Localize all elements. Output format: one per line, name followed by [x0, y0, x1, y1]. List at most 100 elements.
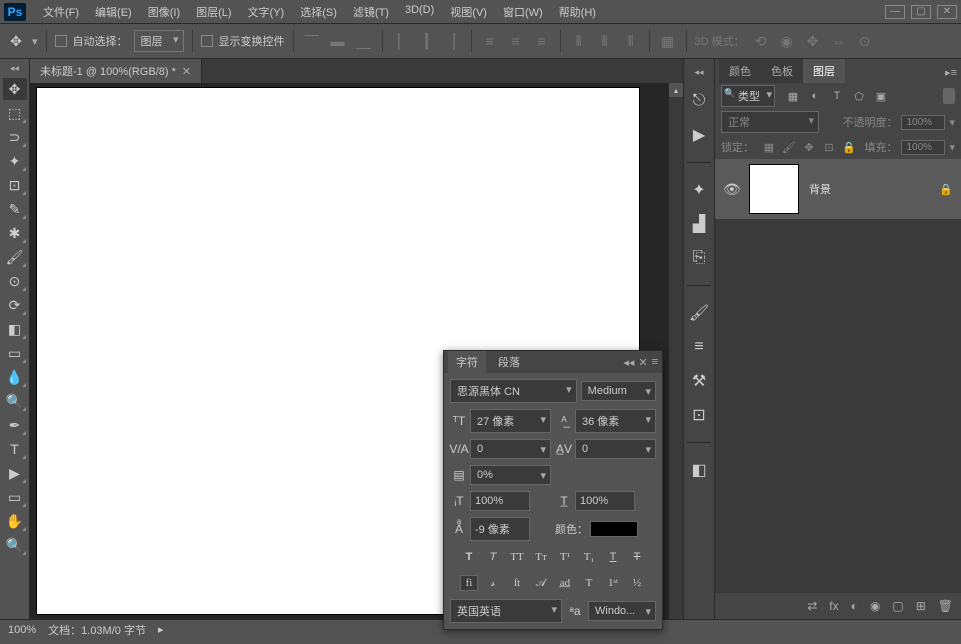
leading-field[interactable]: 36 像素 — [575, 409, 656, 433]
tool-presets-panel-icon[interactable]: ⚒ — [688, 370, 710, 392]
maximize-button[interactable]: ▢ — [911, 5, 931, 19]
brush-tool[interactable]: 🖌 — [3, 246, 27, 268]
adjustment-layer-icon[interactable]: ◉ — [870, 599, 880, 613]
marquee-tool[interactable]: ⬚ — [3, 102, 27, 124]
panel-menu-icon[interactable]: ▸≡ — [941, 62, 961, 83]
tab-paragraph[interactable]: 段落 — [490, 351, 528, 373]
superscript-button[interactable]: T¹ — [556, 549, 574, 565]
filter-adjust-icon[interactable]: ◐ — [807, 88, 823, 104]
type-tool[interactable]: T — [3, 438, 27, 460]
layer-thumbnail[interactable] — [749, 164, 799, 214]
3d-slide-icon[interactable]: ⇔ — [829, 31, 849, 51]
align-left-icon[interactable]: ⎢ — [391, 31, 411, 51]
menu-layer[interactable]: 图层(L) — [189, 1, 238, 23]
clone-panel-icon[interactable]: ⊡ — [688, 404, 710, 426]
menu-image[interactable]: 图像(I) — [141, 1, 187, 23]
zoom-tool[interactable]: 🔍 — [3, 534, 27, 556]
ligature-button[interactable]: fi — [460, 575, 478, 591]
new-layer-icon[interactable]: ⊞ — [916, 599, 926, 613]
align-bottom-icon[interactable]: ⎽ — [354, 31, 374, 51]
3d-orbit-icon[interactable]: ⟲ — [751, 31, 771, 51]
menu-type[interactable]: 文字(Y) — [241, 1, 292, 23]
underline-button[interactable]: T — [604, 549, 622, 565]
blur-tool[interactable]: 💧 — [3, 366, 27, 388]
align-hcenter-icon[interactable]: ┃ — [417, 31, 437, 51]
menu-3d[interactable]: 3D(D) — [398, 1, 441, 23]
kerning-field[interactable]: 0 — [470, 439, 551, 459]
layer-group-icon[interactable]: ▢ — [892, 599, 903, 613]
tab-character[interactable]: 字符 — [448, 351, 486, 373]
swash-button[interactable]: ſt — [508, 575, 526, 591]
height-pct-field[interactable]: 0% — [470, 465, 551, 485]
filter-shape-icon[interactable]: ⬠ — [851, 88, 867, 104]
font-weight-dropdown[interactable]: Medium — [581, 381, 656, 401]
show-transform-checkbox[interactable] — [201, 35, 213, 47]
titling-button[interactable]: 𝒜 — [532, 575, 550, 591]
allcaps-button[interactable]: TT — [508, 549, 526, 565]
3d-pan-icon[interactable]: ✥ — [803, 31, 823, 51]
menu-help[interactable]: 帮助(H) — [552, 1, 603, 23]
lasso-tool[interactable]: ⊃ — [3, 126, 27, 148]
layer-name[interactable]: 背景 — [809, 181, 831, 197]
lock-artboard-icon[interactable]: ⊡ — [822, 140, 836, 154]
italic-button[interactable]: T — [484, 549, 502, 565]
quick-select-tool[interactable]: ✦ — [3, 150, 27, 172]
lock-position-icon[interactable]: ✥ — [802, 140, 816, 154]
antialias-dropdown[interactable]: Windo... — [588, 601, 656, 621]
delete-layer-icon[interactable]: 🗑 — [938, 599, 953, 613]
strikethrough-button[interactable]: T — [628, 549, 646, 565]
fraction-button[interactable]: 1ˢᵗ — [604, 575, 622, 591]
dist-right-icon[interactable]: ⦀ — [621, 31, 641, 51]
tab-layers[interactable]: 图层 — [803, 59, 845, 83]
char-panel-header[interactable]: 字符 段落 ◂◂ ✕ ≡ — [444, 351, 662, 373]
subscript-button[interactable]: T₁ — [580, 549, 598, 565]
move-tool[interactable]: ✥ — [3, 78, 27, 100]
eyedropper-tool[interactable]: ✎ — [3, 198, 27, 220]
language-dropdown[interactable]: 英国英语 — [450, 599, 562, 623]
menu-window[interactable]: 窗口(W) — [496, 1, 550, 23]
filter-smart-icon[interactable]: ▣ — [873, 88, 889, 104]
brushes-panel-icon[interactable]: 🖌 — [688, 302, 710, 324]
half-button[interactable]: ½ — [628, 575, 646, 591]
filter-type-icon[interactable]: T — [829, 88, 845, 104]
discretionary-button[interactable]: T — [580, 575, 598, 591]
menu-view[interactable]: 视图(V) — [443, 1, 494, 23]
eraser-tool[interactable]: ◧ — [3, 318, 27, 340]
minimize-button[interactable]: — — [885, 5, 905, 19]
auto-select-target[interactable]: 图层 — [134, 30, 184, 52]
healing-tool[interactable]: ✱ — [3, 222, 27, 244]
auto-align-icon[interactable]: ▦ — [658, 31, 678, 51]
dist-left-icon[interactable]: ⦀ — [569, 31, 589, 51]
info-panel-icon[interactable]: ⎘ — [688, 247, 710, 269]
3d-zoom-icon[interactable]: ⊙ — [855, 31, 875, 51]
path-select-tool[interactable]: ▶ — [3, 462, 27, 484]
brush-presets-panel-icon[interactable]: ≡ — [688, 336, 710, 358]
stamp-tool[interactable]: ⊙ — [3, 270, 27, 292]
hand-tool[interactable]: ✋ — [3, 510, 27, 532]
zoom-level[interactable]: 100% — [8, 624, 36, 636]
stylistic-button[interactable]: 𝓈 — [484, 575, 502, 591]
close-button[interactable]: ✕ — [937, 5, 957, 19]
dist-hcenter-icon[interactable]: ⦀ — [595, 31, 615, 51]
text-color-swatch[interactable] — [590, 521, 638, 537]
auto-select-checkbox[interactable] — [55, 35, 67, 47]
dist-top-icon[interactable]: ≡ — [480, 31, 500, 51]
styles-panel-icon[interactable]: ◧ — [688, 459, 710, 481]
layer-fx-icon[interactable]: fx — [829, 599, 838, 613]
tab-close-icon[interactable]: ✕ — [182, 65, 191, 78]
layer-mask-icon[interactable]: ◐ — [851, 599, 858, 613]
visibility-toggle-icon[interactable]: 👁 — [723, 181, 739, 198]
dodge-tool[interactable]: 🔍 — [3, 390, 27, 412]
status-arrow-icon[interactable]: ▸ — [158, 623, 164, 636]
tab-color[interactable]: 颜色 — [719, 59, 761, 83]
document-tab[interactable]: 未标题-1 @ 100%(RGB/8) * ✕ — [30, 59, 202, 83]
rectangle-tool[interactable]: ▭ — [3, 486, 27, 508]
menu-filter[interactable]: 滤镜(T) — [346, 1, 396, 23]
navigator-panel-icon[interactable]: ✦ — [688, 179, 710, 201]
layer-item[interactable]: 👁 背景 🔒 — [715, 159, 961, 219]
history-panel-icon[interactable]: ⎋ — [688, 90, 710, 112]
histogram-panel-icon[interactable]: ▟ — [688, 213, 710, 235]
scroll-up-icon[interactable]: ▴ — [669, 83, 683, 97]
tracking-field[interactable]: 0 — [575, 439, 656, 459]
align-top-icon[interactable]: ⎺ — [302, 31, 322, 51]
